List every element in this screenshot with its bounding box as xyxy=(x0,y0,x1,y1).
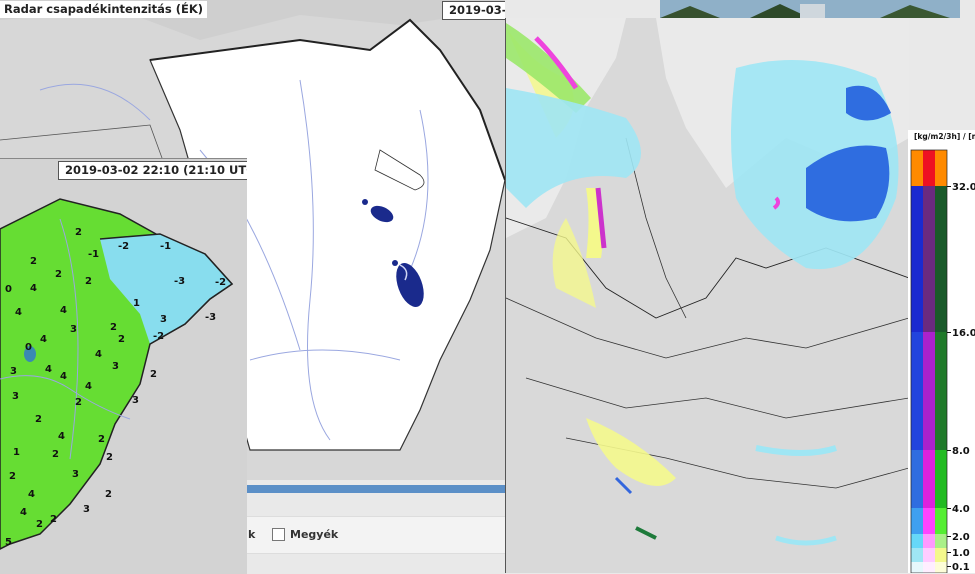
temperature-value: 3 xyxy=(132,395,139,406)
temperature-value: 0 xyxy=(25,342,32,353)
temperature-value: 4 xyxy=(15,307,22,318)
temperature-timestamp: 2019-03-02 22:10 (21:10 UTC) xyxy=(58,161,247,180)
county-label: Megyék xyxy=(290,528,339,541)
europe-map-svg xyxy=(506,18,909,573)
legend-tick-label: 4.0 xyxy=(952,504,970,515)
temperature-value: 3 xyxy=(10,366,17,377)
temperature-value: 3 xyxy=(112,361,119,372)
county-checkbox[interactable] xyxy=(272,528,285,541)
legend-tick-label: 16.0 xyxy=(952,328,975,339)
legend-tick-mark xyxy=(947,332,951,333)
temperature-value: -1 xyxy=(160,241,172,252)
temperature-map[interactable]: 2019-03-02 22:10 (21:10 UTC) 2 -1 -2 -1 2 4 2-… xyxy=(0,158,247,574)
temperature-value: 4 xyxy=(28,489,35,500)
temperature-value: 0 xyxy=(5,284,12,295)
temperature-value: 4 xyxy=(30,283,37,294)
temperature-value: -2 xyxy=(215,277,227,288)
temperature-value: 2 xyxy=(35,414,42,425)
legend-tick-mark xyxy=(947,508,951,509)
temperature-value: 1 xyxy=(13,447,20,458)
temperature-value: 4 xyxy=(85,381,92,392)
temperature-value: 4 xyxy=(40,334,47,345)
temperature-value: 3 xyxy=(70,324,77,335)
temperature-value: 2 xyxy=(55,269,62,280)
temperature-value: 2 xyxy=(30,256,37,267)
legend-tick-label: 1.0 xyxy=(952,548,970,559)
temperature-value: 2 xyxy=(85,276,92,287)
temperature-value: 2 xyxy=(75,227,82,238)
legend-tick-mark xyxy=(947,186,951,187)
partial-layer-label: k xyxy=(248,528,256,541)
temperature-value: -2 xyxy=(153,331,165,342)
temperature-value: 2 xyxy=(52,449,59,460)
temperature-value: 2 xyxy=(105,489,112,500)
temperature-value: 2 xyxy=(106,452,113,463)
radar-timestamp: 2019-03-02 22:00 (21:00 UTC) xyxy=(442,1,505,20)
legend-tick-mark xyxy=(947,566,951,567)
temperature-value: 4 xyxy=(58,431,65,442)
temperature-value: 2 xyxy=(36,519,43,530)
temperature-value: 2 xyxy=(110,322,117,333)
legend-tick-label: 0.1 xyxy=(952,562,970,573)
temperature-value: -3 xyxy=(205,312,217,323)
legend-tick-label: 2.0 xyxy=(952,532,970,543)
temperature-value: 2 xyxy=(150,369,157,380)
temperature-value: 2 xyxy=(9,471,16,482)
temperature-value: 1 xyxy=(133,298,140,309)
legend-tick-label: 8.0 xyxy=(952,446,970,457)
temperature-value: 4 xyxy=(20,507,27,518)
europe-forecast-map[interactable] xyxy=(505,18,909,573)
temperature-value: 2 xyxy=(118,334,125,345)
legend-tick-label: 32.0 xyxy=(952,182,975,193)
temperature-value: 4 xyxy=(60,305,67,316)
legend-tick-mark xyxy=(947,552,951,553)
temperature-value: -2 xyxy=(118,241,130,252)
section-divider-bar xyxy=(246,485,506,493)
temperature-value: 3 xyxy=(83,504,90,515)
temperature-value: 3 xyxy=(12,391,19,402)
temperature-value: 4 xyxy=(45,364,52,375)
webcam-image xyxy=(660,0,960,18)
precip-legend: [kg/m2/3h] / [m 32.0 16.0 8.0 4.0 2.0 1.0 0.1 xyxy=(908,130,975,573)
temperature-value: 3 xyxy=(160,314,167,325)
legend-tick-mark xyxy=(947,450,951,451)
temperature-value: 4 xyxy=(95,349,102,360)
temperature-value: -3 xyxy=(174,276,186,287)
layer-controls: k Megyék xyxy=(246,516,506,554)
temperature-value: 2 xyxy=(98,434,105,445)
temperature-value: -1 xyxy=(88,249,100,260)
temperature-value: 4 xyxy=(60,371,67,382)
webcam-strip xyxy=(660,0,960,18)
temperature-value: 2 xyxy=(75,397,82,408)
temperature-value: 5 xyxy=(5,537,12,548)
temperature-value: 2 xyxy=(50,514,57,525)
temperature-value: 3 xyxy=(72,469,79,480)
legend-tick-mark xyxy=(947,536,951,537)
temperature-map-svg xyxy=(0,159,247,574)
radar-title: Radar csapadékintenzitás (ÉK) xyxy=(0,1,208,18)
